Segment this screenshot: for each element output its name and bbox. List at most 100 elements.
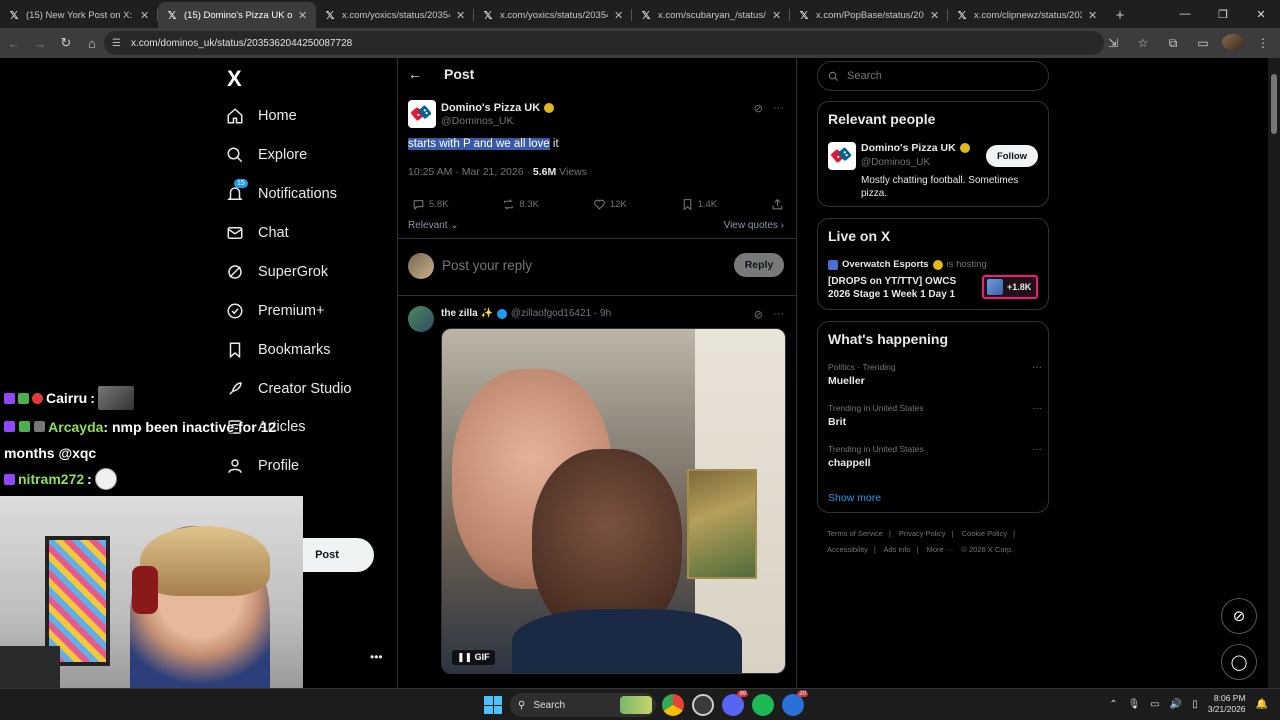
close-tab-icon[interactable]: ✕ bbox=[298, 9, 308, 22]
star-icon[interactable]: ☆ bbox=[1132, 36, 1154, 50]
repost-action[interactable]: 8.3K bbox=[502, 198, 539, 211]
clock[interactable]: 8:06 PM 3/21/2026 bbox=[1208, 693, 1246, 715]
restore-icon[interactable]: ❐ bbox=[1204, 0, 1242, 28]
x-logo[interactable]: X bbox=[227, 66, 242, 92]
windows-start-icon[interactable] bbox=[484, 696, 502, 714]
microphone-icon[interactable]: 🎙 bbox=[1128, 699, 1141, 710]
grok-explain-icon[interactable]: ⊘ bbox=[754, 102, 763, 115]
trend-more-icon[interactable]: ··· bbox=[1032, 362, 1042, 373]
relevant-person-handle[interactable]: @Dominos_UK bbox=[861, 157, 930, 168]
volume-icon[interactable]: 🔊 bbox=[1170, 699, 1182, 710]
close-tab-icon[interactable]: ✕ bbox=[614, 9, 624, 22]
accessibility-link[interactable]: Accessibility bbox=[827, 545, 868, 554]
network-icon[interactable]: ▭ bbox=[1150, 699, 1159, 710]
search-input[interactable]: Search bbox=[817, 61, 1049, 91]
messages-fab-button[interactable]: ◯ bbox=[1221, 644, 1257, 680]
author-handle[interactable]: @Dominos_UK bbox=[441, 115, 514, 127]
trend-more-icon[interactable]: ··· bbox=[1032, 403, 1042, 414]
scrollbar-thumb[interactable] bbox=[1271, 74, 1277, 134]
url-input[interactable]: ☰ x.com/dominos_uk/status/20353620442500… bbox=[104, 31, 1104, 55]
battery-icon[interactable]: ▯ bbox=[1192, 699, 1198, 710]
reply-action[interactable]: 5.8K bbox=[412, 198, 449, 211]
close-tab-icon[interactable]: ✕ bbox=[772, 9, 782, 22]
ads-info-link[interactable]: Ads info bbox=[883, 545, 910, 554]
reply-author-avatar[interactable] bbox=[408, 306, 434, 332]
site-info-icon[interactable]: ☰ bbox=[112, 38, 121, 49]
chevron-up-icon[interactable]: ⌃ bbox=[1109, 699, 1117, 710]
nav-premium[interactable]: Premium+ bbox=[226, 297, 324, 325]
back-arrow-icon[interactable]: ← bbox=[408, 66, 422, 82]
dominos-avatar[interactable] bbox=[828, 142, 856, 170]
browser-tab[interactable]: 𝕏x.com/scubaryan_/status/2035✕ bbox=[632, 2, 790, 28]
cookie-link[interactable]: Cookie Policy bbox=[962, 529, 1007, 538]
reply-button[interactable]: Reply bbox=[734, 253, 784, 277]
messenger-icon[interactable]: 20 bbox=[782, 691, 808, 716]
nav-notifications[interactable]: 15 Notifications bbox=[226, 179, 337, 208]
nav-supergrok[interactable]: SuperGrok bbox=[226, 258, 328, 286]
reload-icon[interactable]: ↻ bbox=[54, 31, 78, 55]
close-tab-icon[interactable]: ✕ bbox=[456, 9, 466, 22]
close-window-icon[interactable]: ✕ bbox=[1242, 0, 1280, 28]
close-tab-icon[interactable]: ✕ bbox=[140, 9, 150, 22]
profile-avatar[interactable] bbox=[1222, 33, 1244, 53]
page-scrollbar[interactable] bbox=[1268, 58, 1280, 688]
like-action[interactable]: 12K bbox=[593, 198, 627, 211]
trend-more-icon[interactable]: ··· bbox=[1032, 444, 1042, 455]
nav-home[interactable]: Home bbox=[226, 102, 297, 130]
nav-bookmarks[interactable]: Bookmarks bbox=[226, 336, 331, 364]
live-listener-count[interactable]: +1.8K bbox=[982, 275, 1038, 299]
forward-icon[interactable]: → bbox=[28, 31, 52, 55]
browser-tab-active[interactable]: 𝕏(15) Domino's Pizza UK on X: "s✕ bbox=[158, 2, 316, 28]
gif-badge[interactable]: ❚❚ GIF bbox=[452, 650, 495, 665]
install-icon[interactable]: ⇲ bbox=[1102, 36, 1124, 50]
live-stream-title[interactable]: [DROPS on YT/TTV] OWCS 2026 Stage 1 Week… bbox=[828, 275, 978, 301]
view-quotes-link[interactable]: View quotes › bbox=[724, 220, 784, 231]
spotify-icon[interactable] bbox=[752, 694, 774, 716]
obs-icon[interactable] bbox=[692, 694, 714, 716]
new-tab-button[interactable]: + bbox=[1106, 2, 1134, 28]
account-menu-dots-icon[interactable]: ••• bbox=[370, 650, 383, 664]
terms-link[interactable]: Terms of Service bbox=[827, 529, 883, 538]
trend-item[interactable]: Politics · Trending Mueller ··· bbox=[828, 362, 1042, 387]
bookmark-action[interactable]: 1.4K bbox=[681, 198, 717, 211]
share-action[interactable] bbox=[771, 198, 784, 211]
avatar[interactable] bbox=[408, 253, 434, 279]
back-icon[interactable]: ← bbox=[2, 31, 26, 55]
nav-chat[interactable]: Chat bbox=[226, 219, 289, 247]
more-link[interactable]: More ··· bbox=[927, 545, 954, 554]
close-tab-icon[interactable]: ✕ bbox=[930, 9, 940, 22]
close-tab-icon[interactable]: ✕ bbox=[1088, 9, 1098, 22]
privacy-link[interactable]: Privacy Policy bbox=[899, 529, 946, 538]
taskbar-search[interactable]: ⚲ Search bbox=[510, 693, 656, 717]
chrome-icon[interactable] bbox=[662, 694, 684, 716]
trend-item[interactable]: Trending in United States Brit ··· bbox=[828, 403, 1042, 428]
home-browser-icon[interactable]: ⌂ bbox=[80, 31, 104, 55]
browser-tab[interactable]: 𝕏(15) New York Post on X: "Tone✕ bbox=[0, 2, 158, 28]
notifications-icon[interactable]: 🔔 bbox=[1256, 699, 1268, 710]
dominos-avatar[interactable] bbox=[408, 100, 436, 128]
live-host[interactable]: Overwatch Esports is hosting bbox=[828, 259, 987, 270]
relevant-person-name[interactable]: Domino's Pizza UK bbox=[861, 142, 970, 154]
more-options-icon[interactable]: ··· bbox=[773, 102, 784, 115]
split-view-icon[interactable]: ▭ bbox=[1192, 36, 1214, 50]
show-more-link[interactable]: Show more bbox=[828, 492, 881, 504]
browser-tab[interactable]: 𝕏x.com/clipnewz/status/2035142✕ bbox=[948, 2, 1106, 28]
trend-item[interactable]: Trending in United States chappell ··· bbox=[828, 444, 1042, 469]
grok-explain-icon[interactable]: ⊘ bbox=[754, 308, 763, 321]
discord-icon[interactable]: 99 bbox=[722, 691, 748, 716]
minimize-icon[interactable]: — bbox=[1166, 0, 1204, 28]
browser-tab[interactable]: 𝕏x.com/PopBase/status/2035162✕ bbox=[790, 2, 948, 28]
browser-tab[interactable]: 𝕏x.com/yoxics/status/2035419670✕ bbox=[474, 2, 632, 28]
reply-author[interactable]: the zilla ✨ @zillaofgod16421 · 9h bbox=[441, 308, 611, 319]
grok-fab-button[interactable]: ⊘ bbox=[1221, 598, 1257, 634]
follow-button[interactable]: Follow bbox=[986, 145, 1038, 167]
nav-creator-studio[interactable]: Creator Studio bbox=[226, 375, 352, 403]
nav-explore[interactable]: Explore bbox=[226, 141, 307, 169]
more-options-icon[interactable]: ··· bbox=[773, 308, 784, 321]
reply-input[interactable]: Post your reply bbox=[442, 258, 532, 273]
reply-gif-media[interactable]: ❚❚ GIF bbox=[441, 328, 786, 674]
author-name[interactable]: Domino's Pizza UK bbox=[441, 102, 555, 114]
sort-dropdown[interactable]: Relevant ⌄ bbox=[408, 220, 459, 231]
menu-icon[interactable]: ⋮ bbox=[1252, 36, 1274, 50]
browser-tab[interactable]: 𝕏x.com/yoxics/status/2035485106✕ bbox=[316, 2, 474, 28]
